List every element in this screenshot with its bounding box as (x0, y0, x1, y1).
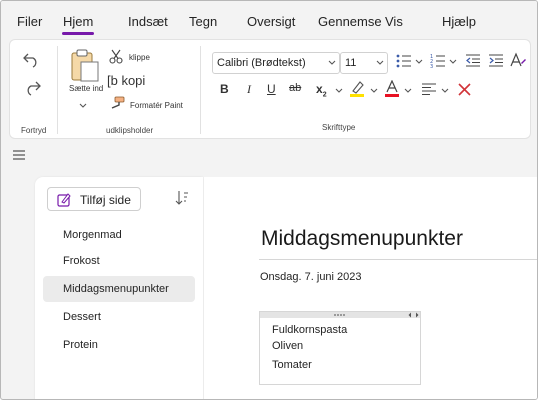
menu-insert[interactable]: Indsæt (128, 14, 168, 29)
cut-label[interactable]: klippe (129, 53, 150, 62)
page-canvas[interactable]: Middagsmenupunkter Onsdag. 7. juni 2023 … (204, 177, 537, 399)
page-date: Onsdag. 7. juni 2023 (260, 271, 362, 283)
clipboard-group-label: udklipsholder (106, 126, 154, 135)
chevron-down-icon[interactable] (370, 88, 378, 94)
underline-icon[interactable]: U (267, 82, 276, 96)
chevron-down-icon[interactable] (415, 59, 423, 65)
menu-bar: Filer Hjem Indsæt Tegn Oversigt Gennemse… (1, 1, 537, 39)
note-line[interactable]: Fuldkornspasta (272, 324, 347, 336)
resize-handle-icon[interactable] (408, 312, 419, 318)
format-painter-label[interactable]: Formatér Paint (130, 101, 183, 110)
note-container-handle[interactable] (260, 312, 420, 318)
decrease-indent-icon[interactable] (465, 54, 481, 67)
page-item-selected[interactable]: Middagsmenupunkter (43, 276, 195, 302)
page-item[interactable]: Morgenmad (43, 222, 195, 248)
group-divider (57, 46, 58, 134)
styles-icon[interactable] (510, 52, 527, 68)
app-window: Filer Hjem Indsæt Tegn Oversigt Gennemse… (0, 0, 538, 400)
chevron-down-icon[interactable] (449, 59, 457, 65)
font-name-combo[interactable]: Calibri (Brødtekst) (212, 52, 340, 74)
add-page-icon (57, 193, 71, 207)
highlighter-icon[interactable] (349, 80, 365, 97)
page-list-pane: Tilføj side Morgenmad Frokost Middagsmen… (35, 177, 203, 399)
clear-formatting-icon[interactable] (458, 83, 471, 96)
drag-handle-icon (334, 314, 345, 316)
note-line[interactable]: Tomater (272, 359, 312, 371)
menu-view[interactable]: Vis (385, 14, 403, 29)
font-group-label: Skrifttype (322, 123, 356, 132)
font-color-icon[interactable] (384, 80, 400, 97)
strikethrough-icon[interactable]: ab (289, 82, 301, 94)
paste-icon[interactable] (70, 48, 100, 82)
format-painter-icon[interactable] (109, 96, 125, 110)
bold-icon[interactable]: B (220, 82, 229, 96)
increase-indent-icon[interactable] (488, 54, 504, 67)
svg-text:3: 3 (430, 64, 433, 68)
cut-icon[interactable] (109, 49, 123, 64)
numbering-icon[interactable]: 1 2 3 (430, 53, 446, 68)
chevron-down-icon (376, 60, 384, 65)
menu-review[interactable]: Gennemse (318, 14, 382, 29)
chevron-down-icon (328, 60, 336, 65)
note-line[interactable]: Oliven (272, 340, 303, 352)
add-page-label: Tilføj side (80, 193, 131, 207)
chevron-down-icon[interactable] (335, 88, 343, 94)
align-left-icon[interactable] (421, 83, 437, 95)
note-container[interactable]: Fuldkornspasta Oliven Tomater (259, 311, 421, 385)
menu-file[interactable]: Filer (17, 14, 42, 29)
sort-icon[interactable] (175, 190, 189, 206)
title-divider (259, 259, 537, 260)
group-divider (200, 46, 201, 134)
page-item[interactable]: Frokost (43, 248, 195, 274)
font-size-combo[interactable]: 11 (340, 52, 388, 74)
add-page-button[interactable]: Tilføj side (47, 187, 141, 211)
redo-icon[interactable] (22, 78, 42, 96)
bullets-icon[interactable] (396, 54, 412, 68)
subscript-icon[interactable]: x2 (316, 82, 327, 98)
hamburger-menu-icon[interactable] (13, 150, 25, 160)
ribbon: Fortryd Sætte ind klippe [b kopi Formaté… (9, 39, 531, 139)
font-name-value: Calibri (Brødtekst) (217, 57, 306, 69)
font-size-value: 11 (345, 57, 357, 69)
chevron-down-icon[interactable] (441, 88, 449, 94)
chevron-down-icon[interactable] (404, 88, 412, 94)
paste-options-chevron-icon[interactable] (79, 103, 87, 109)
menu-draw[interactable]: Tegn (189, 14, 217, 29)
undo-group-label: Fortryd (21, 126, 47, 135)
menu-home[interactable]: Hjem (61, 14, 95, 35)
menu-help[interactable]: Hjælp (442, 14, 476, 29)
page-item[interactable]: Protein (43, 332, 195, 358)
paste-label[interactable]: Sætte ind (69, 84, 103, 93)
copy-label[interactable]: [b kopi (107, 73, 145, 88)
page-item[interactable]: Dessert (43, 304, 195, 330)
undo-icon[interactable] (22, 50, 42, 68)
menu-view-overview[interactable]: Oversigt (247, 14, 295, 29)
italic-icon[interactable]: I (247, 82, 251, 97)
page-title[interactable]: Middagsmenupunkter (261, 227, 463, 251)
